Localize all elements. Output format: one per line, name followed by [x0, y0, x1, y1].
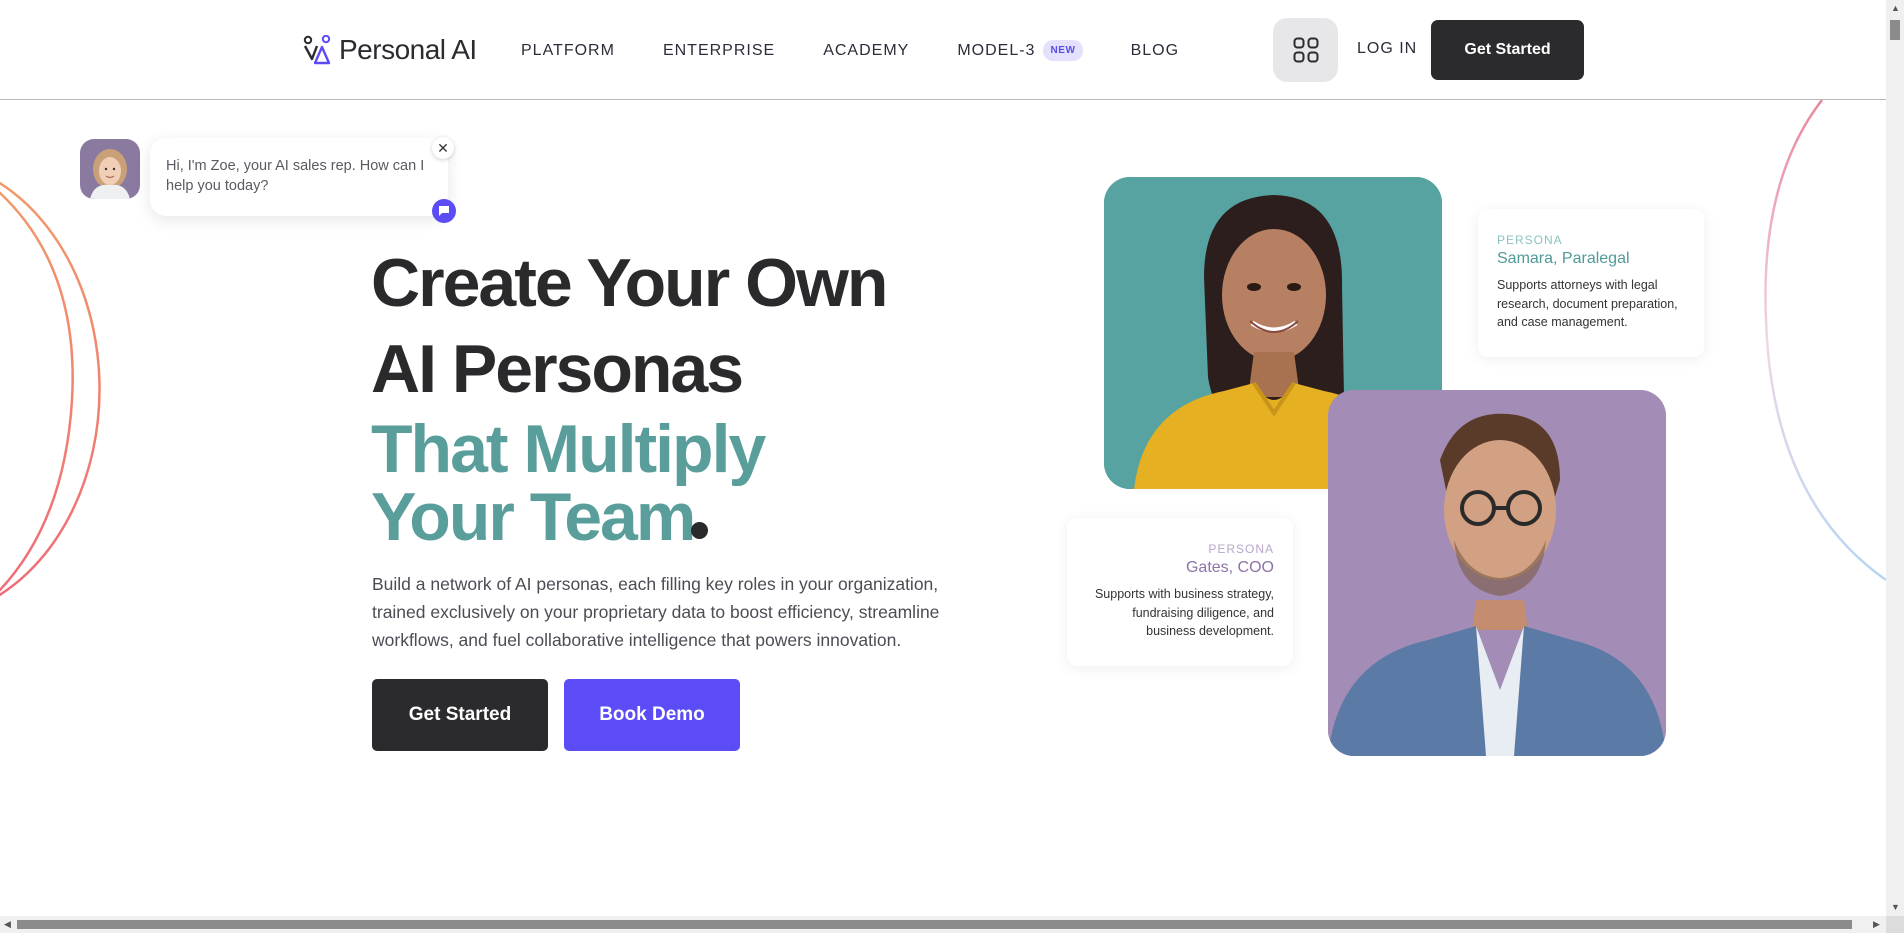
new-badge: NEW	[1043, 40, 1083, 61]
menu-item-enterprise[interactable]: ENTERPRISE	[663, 42, 775, 60]
persona-description: Supports with business strategy, fundrai…	[1094, 587, 1274, 638]
persona-name: Samara, Paralegal	[1497, 250, 1630, 267]
chat-greeting-bubble[interactable]: Hi, I'm Zoe, your AI sales rep. How can …	[150, 138, 448, 216]
scroll-up-arrow-icon[interactable]: ▲	[1891, 3, 1900, 13]
logo-icon	[303, 35, 331, 65]
apps-grid-icon	[1293, 37, 1318, 63]
scroll-right-arrow-icon[interactable]: ▶	[1873, 919, 1880, 930]
left-arc	[0, 181, 101, 597]
persona-description: Supports attorneys with legal research, …	[1497, 278, 1678, 329]
hero-description: Build a network of AI personas, each fil…	[372, 574, 940, 650]
hero-title-line-1: Create Your Own	[371, 245, 888, 321]
hero-title-line-4: Your Team	[371, 479, 696, 555]
gates-portrait-image	[1328, 390, 1666, 756]
chat-icon	[439, 206, 449, 216]
persona-card-samara[interactable]: PERSONA Samara, Paralegal Supports attor…	[1478, 209, 1704, 357]
persona-label: PERSONA	[1208, 542, 1274, 556]
chat-greeting-text: Hi, I'm Zoe, your AI sales rep. How can …	[166, 158, 425, 194]
horizontal-scrollbar[interactable]: ◀ ▶	[0, 916, 1886, 933]
hero-title-dot	[691, 522, 708, 539]
book-demo-button[interactable]: Book Demo	[564, 679, 740, 751]
vertical-scroll-thumb[interactable]	[1890, 20, 1900, 40]
get-started-button[interactable]: Get Started	[372, 679, 548, 751]
agent-portrait-image	[80, 139, 140, 199]
vertical-scrollbar[interactable]: ▲ ▼	[1886, 0, 1904, 916]
menu-item-blog[interactable]: BLOG	[1131, 42, 1179, 60]
scroll-down-arrow-icon[interactable]: ▼	[1891, 902, 1900, 912]
login-link[interactable]: LOG IN	[1357, 40, 1417, 58]
persona-card-gates[interactable]: PERSONA Gates, COO Supports with busines…	[1067, 518, 1293, 666]
hero-title-line-2: AI Personas	[371, 331, 744, 407]
brand-logo[interactable]: Personal AI	[303, 34, 477, 66]
page: Personal AI PLATFORM ENTERPRISE ACADEMY …	[0, 0, 1886, 916]
menu-item-platform[interactable]: PLATFORM	[521, 42, 615, 60]
menu-item-model-3[interactable]: MODEL-3 NEW	[957, 40, 1083, 61]
header-get-started-button[interactable]: Get Started	[1431, 20, 1584, 80]
hero-title-line-3: That Multiply	[371, 411, 766, 487]
persona-name: Gates, COO	[1185, 559, 1274, 576]
open-chat-button[interactable]	[432, 199, 456, 223]
scrollbar-corner	[1886, 916, 1904, 933]
chat-close-button[interactable]: ✕	[432, 137, 454, 159]
horizontal-scroll-thumb[interactable]	[17, 920, 1852, 929]
apps-menu-button[interactable]	[1273, 18, 1338, 82]
chat-agent-avatar[interactable]	[80, 139, 140, 199]
persona-label: PERSONA	[1497, 233, 1563, 247]
main-menu: PLATFORM ENTERPRISE ACADEMY MODEL-3 NEW …	[521, 40, 1227, 61]
menu-item-academy[interactable]: ACADEMY	[823, 42, 909, 60]
scroll-left-arrow-icon[interactable]: ◀	[4, 919, 11, 930]
right-arc	[1764, 99, 1886, 582]
top-navigation: Personal AI PLATFORM ENTERPRISE ACADEMY …	[0, 0, 1886, 100]
logo-text: Personal AI	[339, 34, 477, 65]
gates-persona-photo	[1328, 390, 1666, 756]
close-icon: ✕	[437, 139, 449, 156]
menu-item-model-3-label: MODEL-3	[957, 41, 1036, 59]
